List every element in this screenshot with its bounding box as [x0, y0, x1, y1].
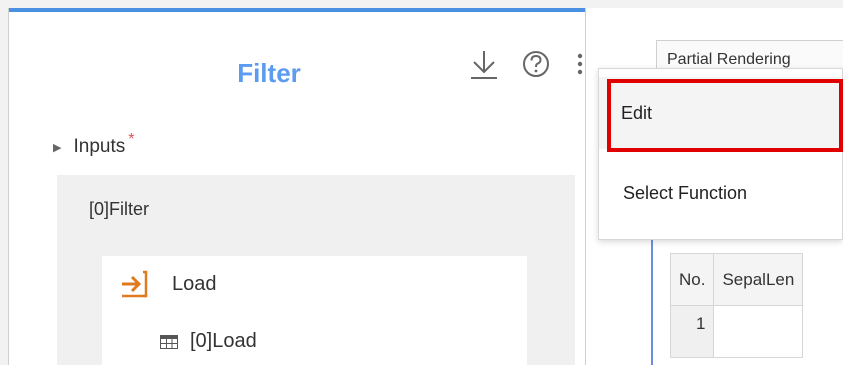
download-icon[interactable] — [465, 46, 503, 82]
inputs-toggle[interactable]: ▶ Inputs * — [53, 131, 134, 158]
inputs-label: Inputs — [73, 136, 126, 157]
table-cell — [713, 305, 804, 358]
filter-panel: Filter ▶ Inputs * [0]Filter Load [0]Load — [8, 8, 586, 365]
load-output-label: [0]Load — [190, 330, 257, 352]
column-header[interactable]: SepalLen — [713, 253, 804, 306]
panel-title: Filter — [237, 58, 301, 88]
table-row: 1 — [669, 305, 804, 358]
menu-item-edit[interactable]: Edit — [599, 77, 842, 149]
filter-node: [0]Filter Load [0]Load — [57, 175, 575, 365]
row-number-cell: 1 — [669, 305, 715, 358]
table-header-row: No. SepalLen — [669, 253, 804, 306]
caret-right-icon: ▶ — [53, 141, 62, 154]
load-output-item[interactable]: [0]Load — [160, 330, 257, 353]
help-icon[interactable] — [519, 46, 553, 82]
load-node: Load [0]Load — [102, 256, 527, 365]
data-table: No. SepalLen 1 — [669, 253, 804, 358]
arrow-into-box-icon — [122, 270, 148, 298]
required-mark: * — [128, 131, 135, 148]
accent-divider — [651, 236, 653, 365]
column-header[interactable]: No. — [669, 253, 715, 306]
load-item[interactable]: Load — [120, 270, 217, 298]
table-icon — [160, 334, 178, 349]
context-menu: Edit Select Function — [598, 68, 843, 240]
app-root: Filter ▶ Inputs * [0]Filter Load [0]Load… — [0, 0, 843, 365]
filter-node-label: [0]Filter — [89, 199, 150, 219]
load-label: Load — [172, 272, 217, 295]
more-vertical-icon[interactable] — [573, 46, 587, 82]
menu-item-select-function[interactable]: Select Function — [599, 167, 842, 219]
panel-accent-bar — [9, 8, 585, 12]
